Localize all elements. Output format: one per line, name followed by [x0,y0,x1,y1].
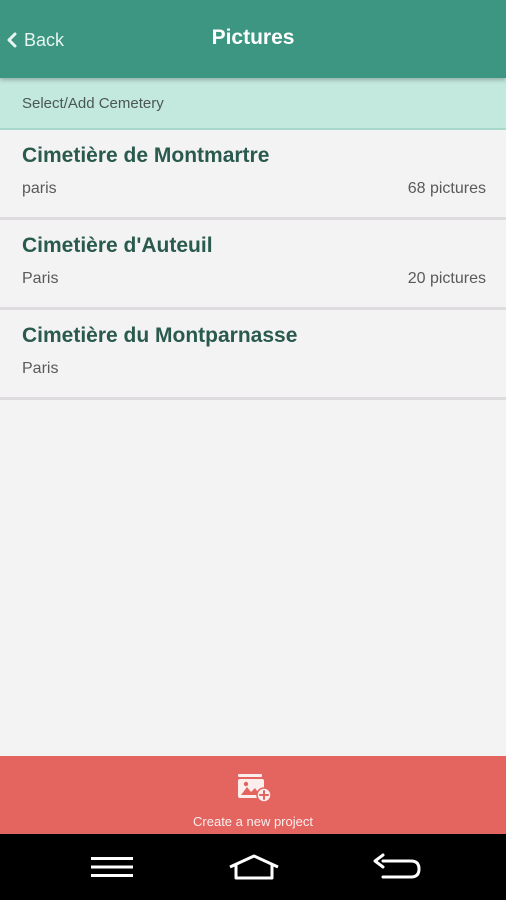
list-item-cemetery[interactable]: Cimetière d'Auteuil Paris 20 pictures [0,220,506,310]
nav-menu-button[interactable] [82,848,142,886]
page-title: Pictures [211,26,295,49]
cemetery-city: Paris [22,270,59,287]
system-navigation-bar [0,834,506,900]
select-add-cemetery-label: Select/Add Cemetery [22,95,164,112]
nav-back-button[interactable] [366,848,426,886]
create-project-label: Create a new project [193,814,313,829]
picture-count: 20 pictures [407,270,486,287]
list-item-cemetery[interactable]: Cimetière de Montmartre paris 68 picture… [0,130,506,220]
cemetery-name: Cimetière d'Auteuil [22,234,213,257]
list-item-cemetery[interactable]: Cimetière du Montparnasse Paris [0,310,506,400]
create-project-button[interactable]: Create a new project [0,756,506,834]
cemetery-city: paris [22,180,57,197]
select-add-cemetery-button[interactable]: Select/Add Cemetery [0,78,506,130]
cemetery-name: Cimetière de Montmartre [22,144,270,167]
app-toolbar: Back Pictures [0,0,506,78]
add-picture-icon [238,774,272,803]
cemetery-name: Cimetière du Montparnasse [22,324,298,347]
home-icon [229,854,279,880]
back-arrow-icon [373,853,421,879]
menu-icon [91,857,133,877]
picture-count: 68 pictures [407,180,486,197]
cemetery-city: Paris [22,360,59,377]
cemetery-list: Cimetière de Montmartre paris 68 picture… [0,130,506,400]
nav-home-button[interactable] [224,848,284,886]
